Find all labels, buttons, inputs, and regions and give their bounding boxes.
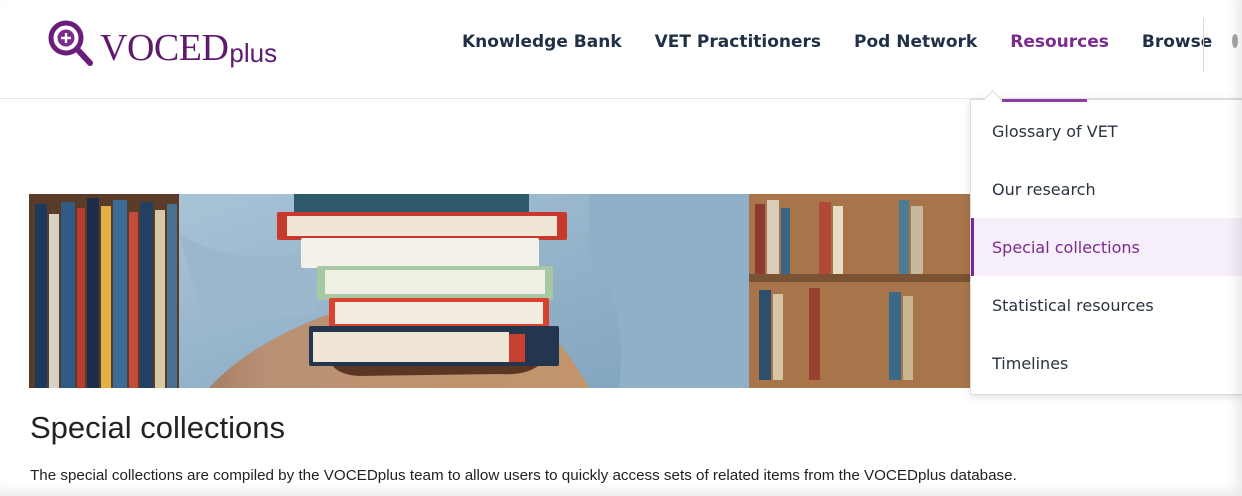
main-nav: Knowledge Bank VET Practitioners Pod Net… bbox=[462, 32, 1242, 52]
site-logo[interactable]: VOCED plus bbox=[44, 18, 277, 68]
nav-knowledge-bank[interactable]: Knowledge Bank bbox=[462, 32, 622, 52]
menu-item-statistical-resources[interactable]: Statistical resources bbox=[971, 276, 1242, 334]
search-icon-partial[interactable] bbox=[1232, 34, 1238, 48]
menu-item-label: Our research bbox=[992, 180, 1096, 199]
browser-viewport: VOCED plus Knowledge Bank VET Practition… bbox=[0, 0, 1242, 496]
books-stack-image bbox=[29, 194, 971, 388]
menu-item-label: Statistical resources bbox=[992, 296, 1154, 315]
menu-item-glossary-of-vet[interactable]: Glossary of VET bbox=[971, 102, 1242, 160]
resources-dropdown-menu: Glossary of VET Our research Special col… bbox=[970, 99, 1242, 395]
page-title: Special collections bbox=[30, 410, 286, 445]
menu-item-special-collections[interactable]: Special collections bbox=[971, 218, 1242, 276]
menu-item-label: Timelines bbox=[992, 354, 1069, 373]
logo-text-plus: plus bbox=[229, 38, 278, 68]
page-intro-text: The special collections are compiled by … bbox=[30, 467, 1017, 484]
magnifier-plus-icon bbox=[48, 20, 93, 66]
menu-item-our-research[interactable]: Our research bbox=[971, 160, 1242, 218]
hero-image bbox=[29, 194, 971, 388]
menu-item-label: Special collections bbox=[992, 238, 1140, 257]
logo-text-voced: VOCED bbox=[100, 27, 229, 69]
dropdown-active-indicator bbox=[1002, 99, 1087, 102]
nav-vet-practitioners[interactable]: VET Practitioners bbox=[655, 32, 821, 52]
menu-item-timelines[interactable]: Timelines bbox=[971, 334, 1242, 392]
nav-resources[interactable]: Resources bbox=[1010, 32, 1109, 52]
site-header: VOCED plus Knowledge Bank VET Practition… bbox=[0, 0, 1242, 99]
nav-divider bbox=[1203, 18, 1204, 72]
nav-pod-network[interactable]: Pod Network bbox=[854, 32, 977, 52]
nav-browse[interactable]: Browse bbox=[1142, 32, 1212, 52]
menu-item-label: Glossary of VET bbox=[992, 122, 1118, 141]
